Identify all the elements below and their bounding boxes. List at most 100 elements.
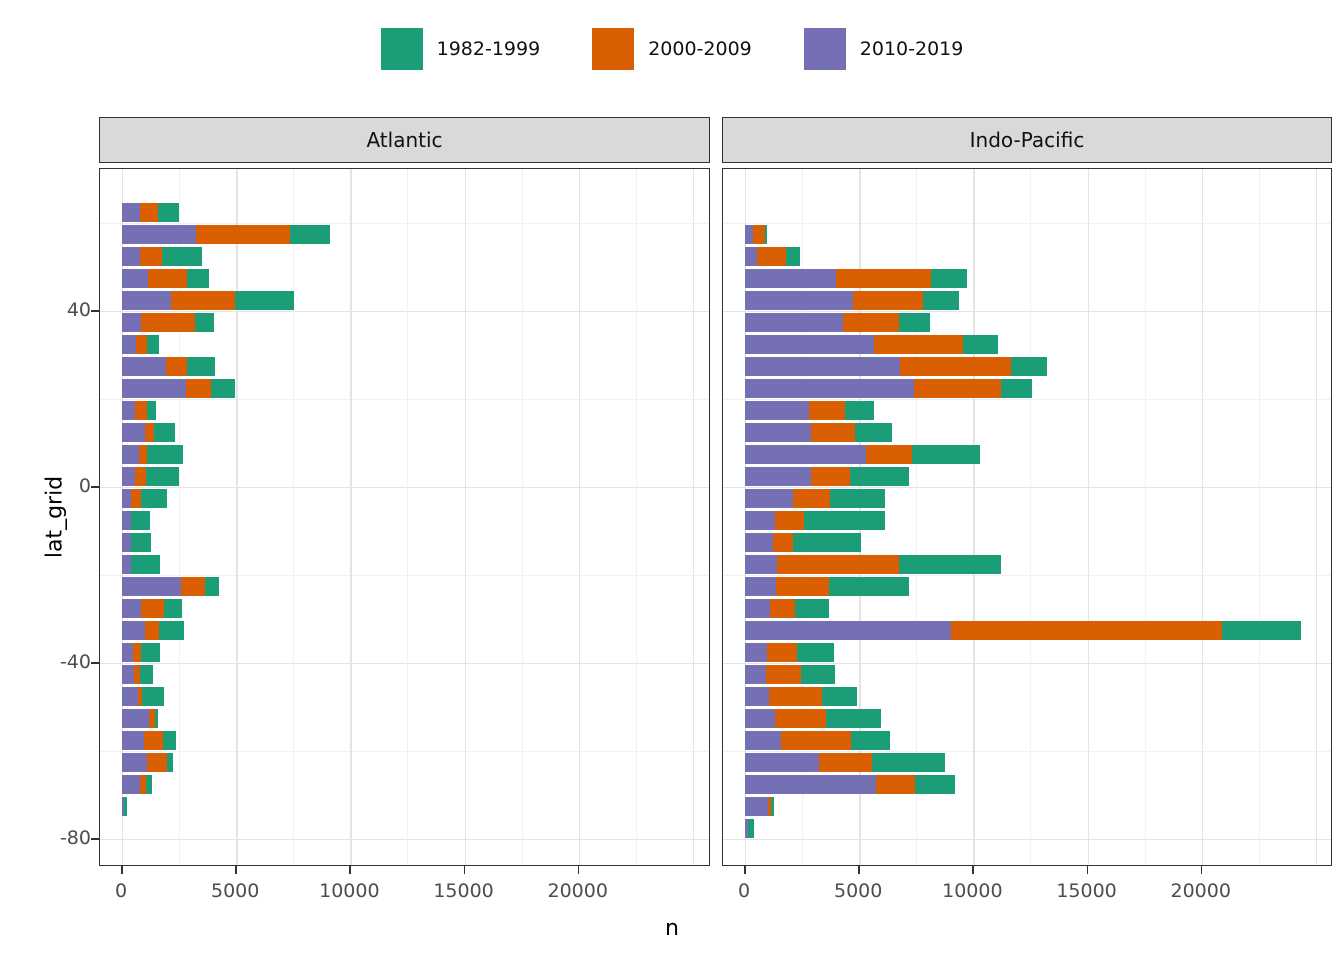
x-major-gridline	[350, 169, 351, 865]
bar-segment-2000-2009	[793, 489, 829, 508]
bar-segment-2000-2009	[866, 445, 912, 464]
bar-segment-2000-2009	[769, 687, 822, 706]
bar-segment-2010-2019	[122, 577, 181, 596]
bar-segment-2010-2019	[745, 225, 753, 244]
bar-segment-1982-1999	[158, 203, 179, 222]
x-tick-mark	[578, 866, 580, 874]
legend-swatch-icon	[804, 28, 846, 70]
bar-segment-1982-1999	[164, 599, 182, 618]
bar-segment-2000-2009	[135, 467, 146, 486]
bar-segment-1982-1999	[235, 291, 294, 310]
bar-segment-2010-2019	[122, 533, 131, 552]
bar-segment-2010-2019	[745, 577, 776, 596]
x-tick-label: 15000	[1056, 880, 1116, 902]
bar-segment-2010-2019	[122, 643, 133, 662]
bar-segment-2000-2009	[186, 379, 211, 398]
bar-segment-2000-2009	[148, 269, 186, 288]
y-minor-gridline	[723, 223, 1331, 224]
faceted-stacked-bar-chart: 1982-19992000-20092010-2019 Atlantic Ind…	[0, 0, 1344, 960]
bar-segment-2010-2019	[745, 687, 769, 706]
bar-segment-2010-2019	[122, 665, 134, 684]
bar-segment-1982-1999	[793, 533, 862, 552]
facet-strip-label: Indo-Pacific	[970, 128, 1085, 152]
legend-label: 1982-1999	[437, 38, 541, 60]
x-tick-mark	[349, 866, 351, 874]
bar-segment-2000-2009	[171, 291, 235, 310]
bar-segment-1982-1999	[845, 401, 874, 420]
bar-segment-2000-2009	[181, 577, 205, 596]
bar-segment-2000-2009	[876, 775, 915, 794]
bar-segment-2000-2009	[776, 577, 829, 596]
bar-segment-2010-2019	[745, 621, 951, 640]
bar-segment-1982-1999	[147, 335, 159, 354]
legend-item-2010-2019: 2010-2019	[804, 28, 964, 70]
x-minor-gridline	[293, 169, 294, 865]
bar-segment-2010-2019	[745, 511, 775, 530]
bar-segment-2000-2009	[811, 423, 855, 442]
bar-segment-2000-2009	[145, 423, 154, 442]
legend-label: 2010-2019	[860, 38, 964, 60]
bar-segment-1982-1999	[765, 225, 767, 244]
bar-segment-2000-2009	[141, 599, 164, 618]
bar-segment-1982-1999	[146, 775, 152, 794]
x-major-gridline	[693, 169, 694, 865]
bar-segment-2010-2019	[745, 599, 770, 618]
bar-segment-2010-2019	[745, 357, 900, 376]
bar-segment-2000-2009	[147, 753, 167, 772]
bar-segment-1982-1999	[804, 511, 885, 530]
bar-segment-2000-2009	[196, 225, 290, 244]
bar-segment-1982-1999	[748, 819, 754, 838]
y-major-gridline	[100, 487, 709, 488]
x-tick-mark	[464, 866, 466, 874]
x-tick-label: 5000	[834, 880, 882, 902]
bar-segment-2010-2019	[122, 401, 135, 420]
bar-segment-2010-2019	[745, 489, 793, 508]
bar-segment-2010-2019	[122, 599, 141, 618]
bar-segment-2010-2019	[745, 467, 811, 486]
bar-segment-2010-2019	[745, 753, 819, 772]
bar-segment-2000-2009	[843, 313, 898, 332]
bar-segment-2010-2019	[122, 445, 139, 464]
bar-segment-2010-2019	[122, 335, 136, 354]
bar-segment-2000-2009	[914, 379, 1002, 398]
x-tick-mark	[744, 866, 746, 874]
y-tick-mark	[91, 486, 99, 488]
bar-segment-1982-1999	[187, 269, 209, 288]
bar-segment-2000-2009	[770, 599, 795, 618]
bar-segment-2000-2009	[133, 643, 141, 662]
panel-indo-pacific	[722, 168, 1332, 866]
bar-segment-2010-2019	[745, 445, 866, 464]
x-tick-label: 0	[115, 880, 127, 902]
x-tick-label: 10000	[942, 880, 1002, 902]
y-major-gridline	[100, 663, 709, 664]
bar-segment-2000-2009	[139, 445, 147, 464]
bar-segment-2010-2019	[122, 269, 148, 288]
bar-segment-1982-1999	[187, 357, 215, 376]
bar-segment-1982-1999	[912, 445, 981, 464]
bar-segment-2010-2019	[122, 489, 131, 508]
bar-segment-2010-2019	[122, 467, 135, 486]
bar-segment-2000-2009	[836, 269, 931, 288]
y-axis-title: lat_grid	[43, 476, 68, 558]
x-major-gridline	[1088, 169, 1089, 865]
bar-segment-1982-1999	[826, 709, 881, 728]
bar-segment-2000-2009	[140, 247, 162, 266]
bar-segment-1982-1999	[141, 489, 167, 508]
bar-segment-1982-1999	[147, 401, 156, 420]
bar-segment-2010-2019	[122, 511, 131, 530]
bar-segment-2010-2019	[122, 225, 196, 244]
legend-label: 2000-2009	[648, 38, 752, 60]
bar-segment-1982-1999	[290, 225, 331, 244]
bar-segment-2000-2009	[777, 555, 899, 574]
bar-segment-1982-1999	[771, 797, 774, 816]
bar-segment-2010-2019	[122, 753, 147, 772]
x-major-gridline	[236, 169, 237, 865]
bar-segment-1982-1999	[147, 445, 183, 464]
y-tick-mark	[91, 838, 99, 840]
bar-segment-2010-2019	[122, 709, 149, 728]
x-minor-gridline	[1259, 169, 1260, 865]
bar-segment-2000-2009	[853, 291, 922, 310]
y-tick-mark	[91, 662, 99, 664]
bar-segment-2010-2019	[122, 555, 131, 574]
x-tick-label: 10000	[319, 880, 379, 902]
